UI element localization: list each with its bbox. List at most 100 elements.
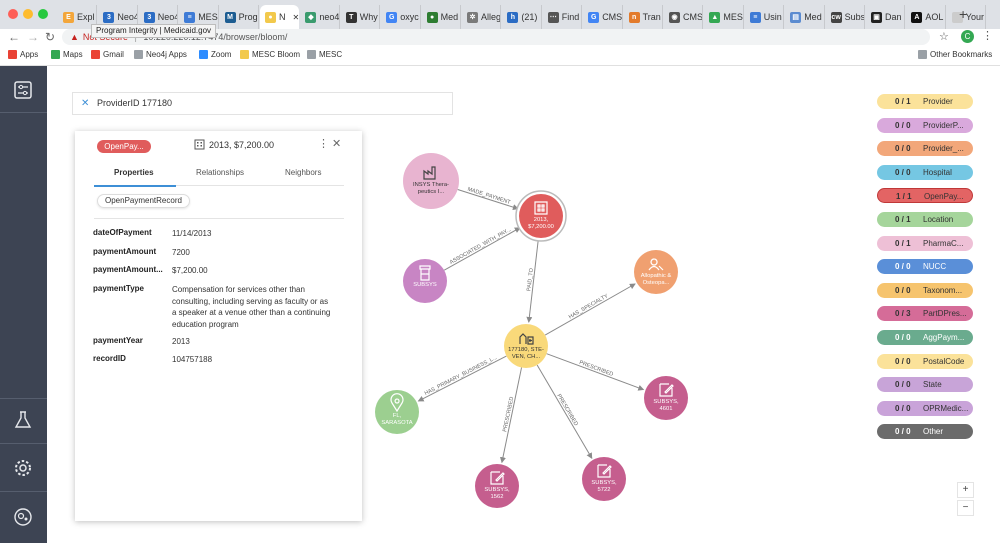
legend-name: Hospital	[923, 167, 952, 177]
legend-count: 0 / 0	[895, 403, 911, 413]
legend-name: NUCC	[923, 262, 947, 272]
node-label: SUBSYS,	[653, 399, 679, 405]
legend-count: 0 / 0	[895, 356, 911, 366]
graph-node-subsys4601[interactable]: SUBSYS,4601	[644, 376, 688, 420]
legend-name: PostalCode	[923, 356, 965, 366]
legend-name: ProviderP...	[923, 120, 964, 130]
node-circle[interactable]	[634, 250, 678, 294]
node-circle[interactable]	[644, 376, 688, 420]
property-key: paymentAmount...	[93, 265, 163, 274]
legend-name: State	[923, 380, 942, 390]
edge-label: HAS_PRIMARY_BUSINESS_L...	[424, 355, 499, 397]
legend-category[interactable]: 0 / 0 Hospital	[877, 164, 973, 180]
edge-label: PRESCRIBED	[555, 393, 578, 427]
legend-name: OPRMedic...	[923, 403, 969, 413]
node-circle[interactable]	[504, 324, 548, 368]
close-inspector-icon[interactable]: ✕	[332, 137, 341, 150]
legend-name: Provider	[923, 97, 953, 106]
legend-count: 0 / 0	[895, 120, 911, 130]
property-key: paymentYear	[93, 336, 143, 345]
node-circle[interactable]	[403, 153, 459, 209]
graph-node-payment[interactable]: 2013,$7,200.00	[515, 190, 567, 242]
node-label: SUBSYS	[413, 282, 437, 288]
property-value: 7200	[172, 248, 190, 257]
search-query: ProviderID 177180	[97, 98, 173, 108]
graph-node-subsys_drug[interactable]: SUBSYS	[403, 259, 447, 303]
edge-label: HAS_SPECIALTY	[568, 293, 610, 320]
property-key: paymentType	[93, 284, 144, 293]
node-circle[interactable]	[582, 457, 626, 501]
node-label-badge[interactable]: OpenPay...	[97, 140, 151, 153]
more-options-icon[interactable]: ⋮	[318, 137, 329, 150]
edge-label: PRESCRIBED	[578, 360, 614, 378]
property-value: 11/14/2013	[172, 229, 212, 238]
property-value: Compensation for services other than con…	[172, 285, 331, 330]
zoom-out-button[interactable]: −	[957, 500, 974, 516]
legend-category[interactable]: 0 / 0 Taxonom...	[877, 282, 973, 298]
tab-neighbors[interactable]: Neighbors	[285, 168, 321, 177]
legend-category[interactable]: 1 / 1 OpenPay...	[877, 188, 973, 204]
property-key: recordID	[93, 354, 126, 363]
node-circle[interactable]	[475, 464, 519, 508]
legend-category[interactable]: 0 / 0 NUCC	[877, 259, 973, 275]
property-value: 104757188	[172, 355, 213, 364]
tab-tooltip: Program Integrity | Medicaid.gov	[91, 24, 217, 38]
legend-name: OpenPay...	[924, 192, 964, 202]
legend-category[interactable]: 0 / 1 Provider	[877, 94, 973, 109]
node-label: SARASOTA	[381, 420, 412, 426]
node-label: Allopathic &	[641, 273, 672, 279]
legend-category[interactable]: 0 / 0 ProviderP...	[877, 117, 973, 133]
graph-node-specialty[interactable]: Allopathic &Osteopa...	[634, 250, 678, 294]
legend-count: 0 / 0	[895, 285, 911, 295]
graph-node-subsys1562[interactable]: SUBSYS,1562	[475, 464, 519, 508]
legend-category[interactable]: 0 / 0 Other	[877, 424, 973, 440]
node-label: 2013,	[534, 217, 549, 223]
property-key: paymentAmount	[93, 247, 157, 256]
legend-category[interactable]: 0 / 0 OPRMedic...	[877, 400, 973, 416]
active-tab-indicator	[94, 185, 176, 187]
legend-category[interactable]: 0 / 0 PostalCode	[877, 353, 973, 369]
legend-name: Location	[923, 215, 954, 224]
legend-category[interactable]: 0 / 0 AggPaym...	[877, 330, 973, 345]
legend-count: 0 / 3	[895, 309, 911, 319]
legend-count: 0 / 0	[895, 167, 911, 177]
node-label: Osteopa...	[643, 280, 670, 286]
node-label: 177180, STE-	[508, 347, 544, 353]
graph-node-insys[interactable]: INSYS Thera-peutics I...	[403, 153, 459, 209]
legend-category[interactable]: 0 / 0 Provider_...	[877, 141, 973, 157]
node-label: $7,200.00	[528, 224, 554, 230]
clear-search-icon[interactable]: ✕	[81, 93, 89, 114]
legend-count: 0 / 1	[895, 215, 911, 224]
node-label: SUBSYS,	[591, 480, 617, 486]
legend-count: 0 / 0	[895, 427, 911, 437]
node-label: FL,	[393, 413, 402, 419]
node-label: 1562	[491, 494, 504, 500]
legend-count: 0 / 0	[895, 333, 911, 342]
property-value: 2013	[172, 337, 190, 346]
zoom-in-button[interactable]: +	[957, 482, 974, 498]
property-key: dateOfPayment	[93, 228, 152, 237]
legend-category[interactable]: 0 / 1 Location	[877, 212, 973, 227]
legend-name: PartDPres...	[923, 309, 967, 319]
graph-node-provider[interactable]: 177180, STE-VEN, CH...	[504, 324, 548, 368]
legend-count: 0 / 0	[895, 144, 911, 154]
inspector-title: 2013, $7,200.00	[194, 139, 274, 150]
legend-category[interactable]: 0 / 3 PartDPres...	[877, 306, 973, 322]
graph-node-subsys5722[interactable]: SUBSYS,5722	[582, 457, 626, 501]
node-circle[interactable]	[519, 194, 563, 238]
tab-properties[interactable]: Properties	[114, 168, 154, 177]
label-chip[interactable]: OpenPaymentRecord	[97, 194, 190, 208]
inspector-panel: OpenPay... 2013, $7,200.00 ⋮ ✕ Propertie…	[75, 131, 362, 521]
legend-count: 1 / 1	[896, 192, 912, 202]
search-bar[interactable]: ✕ ProviderID 177180	[72, 92, 453, 115]
graph-node-location[interactable]: FL,SARASOTA	[375, 390, 419, 434]
node-label: 4601	[660, 406, 673, 412]
legend-name: Taxonom...	[923, 285, 963, 295]
legend-category[interactable]: 0 / 0 State	[877, 377, 973, 393]
node-label: VEN, CH...	[512, 354, 541, 360]
node-label: peutics I...	[418, 189, 445, 195]
legend-name: Provider_...	[923, 144, 964, 154]
tab-relationships[interactable]: Relationships	[196, 168, 244, 177]
legend-name: Other	[923, 427, 944, 437]
legend-category[interactable]: 0 / 1 PharmaC...	[877, 235, 973, 251]
